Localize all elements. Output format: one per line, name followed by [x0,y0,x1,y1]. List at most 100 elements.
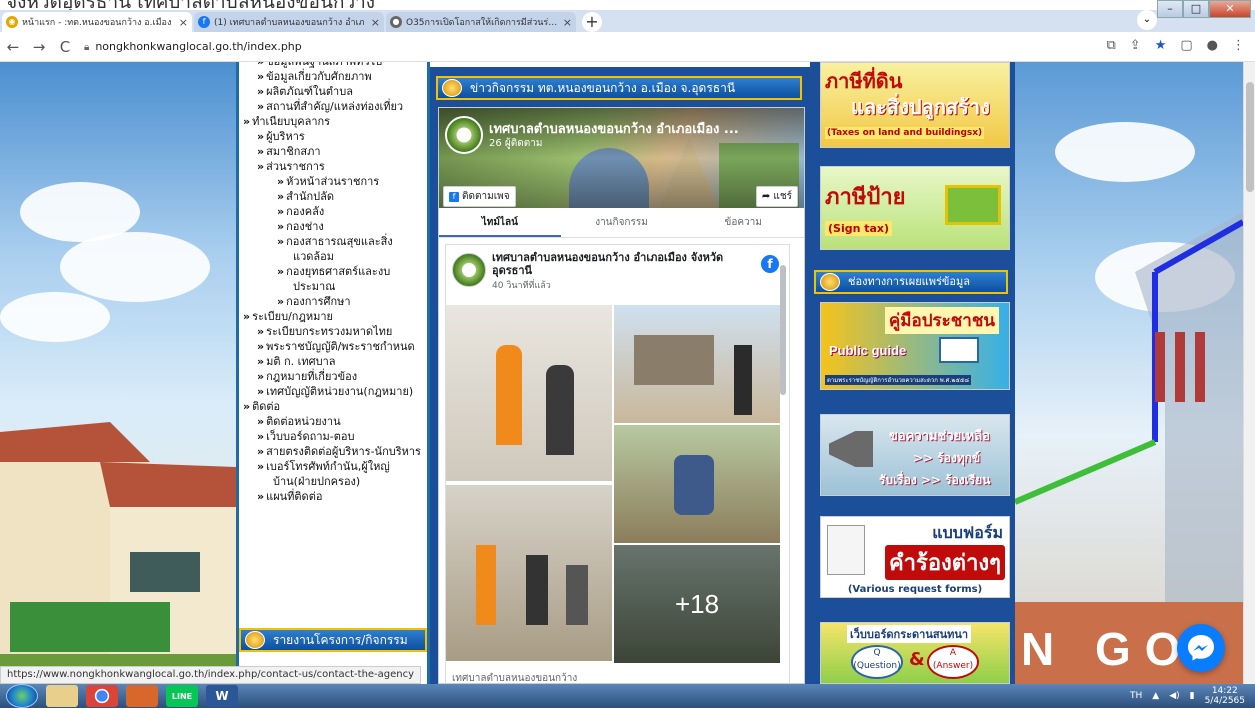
nav-item[interactable]: » สมาชิกสภา [243,144,423,159]
nav-item[interactable]: » กองยุทธศาสตร์และงบประมาณ [243,264,423,294]
nav-item[interactable]: » ติดต่อ [243,399,423,414]
new-tab-button[interactable]: + [582,12,602,32]
nav-item[interactable]: » กองสาธารณสุขและสิ่งแวดล้อม [243,234,423,264]
tab-search-icon[interactable]: ⌄ [1137,10,1157,30]
chrome-icon[interactable] [86,685,118,707]
page-cover-image[interactable]: เทศบาลตำบลหนองขอนกว้าง อำเภอเมือง ... 26… [439,108,804,208]
nav-item[interactable]: » ระเบียบ/กฎหมาย [243,309,423,324]
double-arrow-icon: » [277,205,285,218]
news-section-heading[interactable]: ข่าวกิจกรรม ทต.หนองขอนกว้าง อ.เมือง จ.อุ… [436,76,802,100]
close-tab-icon[interactable]: × [563,16,572,29]
tab-timeline[interactable]: ไทม์ไลน์ [439,208,561,237]
nav-item[interactable]: » เว็บบอร์ดถาม-ตอบ [243,429,423,444]
land-tax-banner[interactable]: ภาษีที่ดิน และสิ่งปลูกสร้าง (Taxes on la… [820,62,1010,148]
profile-icon[interactable]: ● [1207,38,1218,53]
post-photo[interactable] [614,425,780,543]
clock[interactable]: 14:22 5/4/2565 [1205,686,1245,706]
nav-item[interactable]: » มติ ก. เทศบาล [243,354,423,369]
close-window-icon[interactable]: ✕ [1209,0,1251,18]
line-icon[interactable]: LINE [166,685,198,707]
start-button[interactable] [6,684,38,708]
nav-item[interactable]: »ข้อมูลพื้นฐานสภาพทั่วไป [243,62,423,69]
nav-item[interactable]: » กองช่าง [243,219,423,234]
browser-tab-1[interactable]: ◉ หน้าแรก - :ทต.หนองขอนกว้าง อ.เมือง × [2,12,192,32]
page-scrollbar[interactable] [1243,62,1255,684]
forward-icon[interactable]: → [26,38,52,56]
info-channel-heading[interactable]: ช่องทางการเผยแพร่ข้อมูล [814,270,1008,294]
word-icon[interactable]: W [206,685,238,707]
tab-events[interactable]: งานกิจกรรม [561,208,683,237]
emblem-icon [820,273,840,291]
help-request-banner[interactable]: ขอความช่วยเหลือ >> ร้องทุกข์ รับเรื่อง >… [820,414,1010,496]
follow-page-button[interactable]: f ติดตามเพจ [443,186,516,207]
nav-item[interactable]: » กองการศึกษา [243,294,423,309]
post-photo[interactable] [446,485,612,661]
network-icon[interactable]: ▮ [1190,691,1195,701]
double-arrow-icon: » [257,145,265,158]
nav-item[interactable]: » ส่วนราชการ [243,159,423,174]
nav-item-label: กองการศึกษา [286,295,351,308]
translate-icon[interactable]: ⧉ [1107,38,1116,53]
tab-messages[interactable]: ข้อความ [682,208,804,237]
nav-item[interactable]: » กฎหมายที่เกี่ยวข้อง [243,369,423,384]
double-arrow-icon: » [257,415,265,428]
page-logo[interactable] [445,116,483,154]
nav-item[interactable]: » ผู้บริหาร [243,129,423,144]
messenger-chat-icon[interactable] [1177,624,1225,672]
facebook-tabs: ไทม์ไลน์ งานกิจกรรม ข้อความ [439,208,804,238]
bookmark-star-icon[interactable]: ★ [1155,38,1167,53]
browser-tab-2[interactable]: f (1) เทศบาลตำบลหนองขอนกว้าง อำเภ × [194,12,384,32]
back-icon[interactable]: ← [0,38,26,56]
nav-item[interactable]: » สำนักปลัด [243,189,423,204]
share-icon: ➦ [761,191,774,202]
post-photo[interactable]: +18 [614,545,780,663]
share-button[interactable]: ➦ แชร์ [755,186,798,207]
post-timestamp[interactable]: 40 วินาทีที่แล้ว [492,278,551,292]
maximize-icon[interactable]: □ [1183,0,1209,18]
nav-item[interactable]: » สายตรงติดต่อผู้บริหาร-นักบริหาร [243,444,423,459]
post-photo[interactable] [614,305,780,423]
browser-tab-3[interactable]: ● O35การเปิดโอกาสให้เกิดการมีส่วนร่วม × [386,12,576,32]
post-avatar[interactable] [452,253,486,287]
public-guide-banner[interactable]: คู่มือประชาชน Public guide ตามพระราชบัญญ… [820,302,1010,390]
nav-item[interactable]: » ทำเนียบบุคลากร [243,114,423,129]
nav-item[interactable]: » ระเบียบกระทรวงมหาดไทย [243,324,423,339]
webboard-banner[interactable]: เว็บบอร์ดกระดานสนทนา Q (Question) & A (A… [820,622,1010,684]
url-field[interactable]: 🔒︎ nongkhonkwanglocal.go.th/index.php [84,40,302,53]
minimize-icon[interactable]: – [1157,0,1183,18]
report-section-heading[interactable]: รายงานโครงการ/กิจกรรม [239,628,427,652]
share-icon[interactable]: ⇪ [1130,38,1141,53]
request-forms-banner[interactable]: แบบฟอร์ม คำร้องต่างๆ (Various request fo… [820,516,1010,598]
post-scrollbar[interactable] [779,245,787,683]
nav-item[interactable]: » หัวหน้าส่วนราชการ [243,174,423,189]
reload-icon[interactable]: C [52,38,78,56]
tray-arrow-icon[interactable]: ▲ [1152,691,1159,701]
close-tab-icon[interactable]: × [179,16,188,29]
more-photos-count[interactable]: +18 [614,545,780,663]
language-indicator[interactable]: TH [1130,691,1142,701]
post-photo[interactable] [446,305,612,481]
nav-item[interactable]: » สถานที่สำคัญ/แหล่งท่องเที่ยว [243,99,423,114]
menu-icon[interactable]: ⋮ [1232,38,1245,53]
post-author[interactable]: เทศบาลตำบลหนองขอนกว้าง อำเภอเมือง จังหวั… [492,251,742,277]
nav-item[interactable]: » ติดต่อหน่วยงาน [243,414,423,429]
close-tab-icon[interactable]: × [371,16,380,29]
nav-item[interactable]: » กองคลัง [243,204,423,219]
nav-item-label: เว็บบอร์ดถาม-ตอบ [266,430,355,443]
system-tray: TH ▲ ◀) ▮ 14:22 5/4/2565 [1130,684,1245,708]
nav-item[interactable]: » เทศบัญญัติหน่วยงาน(กฎหมาย) [243,384,423,399]
nav-item[interactable]: » เบอร์โทรศัพท์กำนัน,ผู้ใหญ่บ้าน(ฝ่ายปกคร… [243,459,423,489]
nav-item[interactable]: » ข้อมูลเกี่ยวกับศักยภาพ [243,69,423,84]
nav-item-label: กองสาธารณสุขและสิ่งแวดล้อม [286,235,393,263]
sidepanel-icon[interactable]: ▢ [1180,38,1192,53]
nav-item[interactable]: » แผนที่ติดต่อ [243,489,423,504]
sign-tax-banner[interactable]: ภาษีป้าย (Sign tax) [820,166,1010,250]
facebook-icon[interactable]: f [761,255,779,273]
nav-item[interactable]: » พระราชบัญญัติ/พระราชกำหนด [243,339,423,354]
app-icon[interactable] [126,685,158,707]
explorer-icon[interactable] [46,685,78,707]
double-arrow-icon: » [277,295,285,308]
volume-icon[interactable]: ◀) [1169,691,1179,701]
nav-item[interactable]: » ผลิตภัณฑ์ในตำบล [243,84,423,99]
nav-item-label: ติดต่อ [252,400,281,413]
